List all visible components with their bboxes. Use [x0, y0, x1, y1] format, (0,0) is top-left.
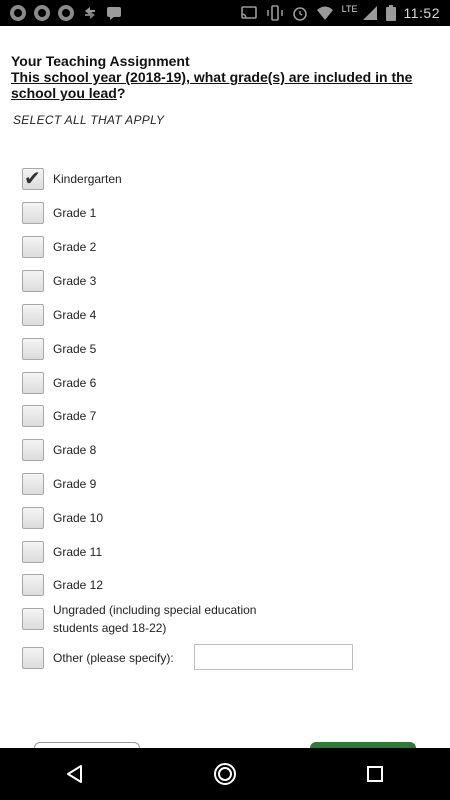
checkbox-grade-4[interactable] — [22, 304, 44, 326]
nav-back-button[interactable] — [55, 754, 95, 794]
notification-icon — [10, 5, 26, 21]
option-kindergarten[interactable]: Kindergarten — [22, 166, 122, 190]
notification-icon — [58, 5, 74, 21]
option-label: Grade 8 — [53, 443, 97, 457]
wifi-icon — [316, 6, 333, 20]
option-other[interactable]: Other (please specify): — [22, 647, 174, 669]
vibrate-icon — [266, 5, 283, 21]
checkbox-kindergarten[interactable] — [22, 166, 44, 190]
option-label: Kindergarten — [53, 172, 122, 186]
survey-page: Your Teaching Assignment This school yea… — [0, 26, 450, 748]
checkbox-ungraded[interactable] — [22, 608, 44, 630]
option-grade-5[interactable]: Grade 5 — [22, 338, 96, 360]
option-grade-10[interactable]: Grade 10 — [22, 507, 103, 529]
signal-icon — [362, 6, 377, 20]
checkbox-grade-2[interactable] — [22, 236, 44, 258]
option-grade-7[interactable]: Grade 7 — [22, 405, 96, 427]
cast-icon — [240, 6, 257, 19]
option-ungraded[interactable]: Ungraded (including special education st… — [22, 601, 293, 637]
option-grade-11[interactable]: Grade 11 — [22, 541, 102, 563]
option-label: Ungraded (including special education st… — [53, 603, 257, 635]
checkbox-grade-1[interactable] — [22, 202, 44, 224]
option-label: Other (please specify): — [53, 651, 174, 665]
nav-home-button[interactable] — [205, 754, 245, 794]
checkbox-grade-5[interactable] — [22, 338, 44, 360]
battery-icon — [385, 5, 396, 21]
nav-recents-button[interactable] — [355, 754, 395, 794]
option-grade-8[interactable]: Grade 8 — [22, 439, 96, 461]
checkbox-grade-3[interactable] — [22, 270, 44, 292]
option-label: Grade 5 — [53, 342, 97, 356]
option-grade-4[interactable]: Grade 4 — [22, 304, 96, 326]
instruction-text: SELECT ALL THAT APPLY — [13, 113, 165, 127]
section-title: Your Teaching Assignment — [11, 53, 190, 69]
option-grade-9[interactable]: Grade 9 — [22, 473, 96, 495]
option-label: Grade 2 — [53, 240, 97, 254]
option-grade-2[interactable]: Grade 2 — [22, 236, 96, 258]
status-bar: LTE 11:52 — [0, 0, 450, 26]
other-specify-input[interactable] — [194, 644, 353, 670]
option-label: Grade 4 — [53, 308, 97, 322]
option-label: Grade 7 — [53, 409, 97, 423]
checkbox-grade-8[interactable] — [22, 439, 44, 461]
question-text: This school year (2018-19), what grade(s… — [11, 69, 431, 101]
option-grade-12[interactable]: Grade 12 — [22, 574, 103, 596]
home-icon — [214, 763, 236, 785]
option-label: Grade 12 — [53, 578, 104, 592]
option-grade-3[interactable]: Grade 3 — [22, 270, 96, 292]
checkbox-grade-9[interactable] — [22, 473, 44, 495]
option-label: Grade 11 — [53, 545, 103, 559]
checkbox-other[interactable] — [22, 647, 44, 669]
back-icon — [67, 765, 82, 783]
option-grade-1[interactable]: Grade 1 — [22, 202, 96, 224]
option-label: Grade 3 — [53, 274, 97, 288]
navigation-bar — [0, 748, 450, 800]
option-label: Grade 9 — [53, 477, 97, 491]
recents-icon — [367, 766, 383, 782]
option-label: Grade 1 — [53, 206, 97, 220]
question-text-underlined: This school year (2018-19), what grade(s… — [11, 69, 413, 101]
clock: 11:52 — [403, 5, 440, 21]
checkbox-grade-6[interactable] — [22, 372, 44, 394]
notification-icon — [34, 5, 50, 21]
question-mark: ? — [116, 85, 126, 101]
checkbox-grade-12[interactable] — [22, 574, 44, 596]
option-grade-6[interactable]: Grade 6 — [22, 372, 96, 394]
message-icon — [107, 7, 121, 20]
alarm-icon — [292, 7, 307, 21]
checkbox-grade-10[interactable] — [22, 507, 44, 529]
option-label: Grade 6 — [53, 376, 97, 390]
network-label: LTE — [341, 4, 358, 14]
checkbox-grade-11[interactable] — [22, 541, 44, 563]
checkbox-grade-7[interactable] — [22, 405, 44, 427]
option-label: Grade 10 — [53, 511, 104, 525]
sync-icon — [85, 7, 95, 19]
